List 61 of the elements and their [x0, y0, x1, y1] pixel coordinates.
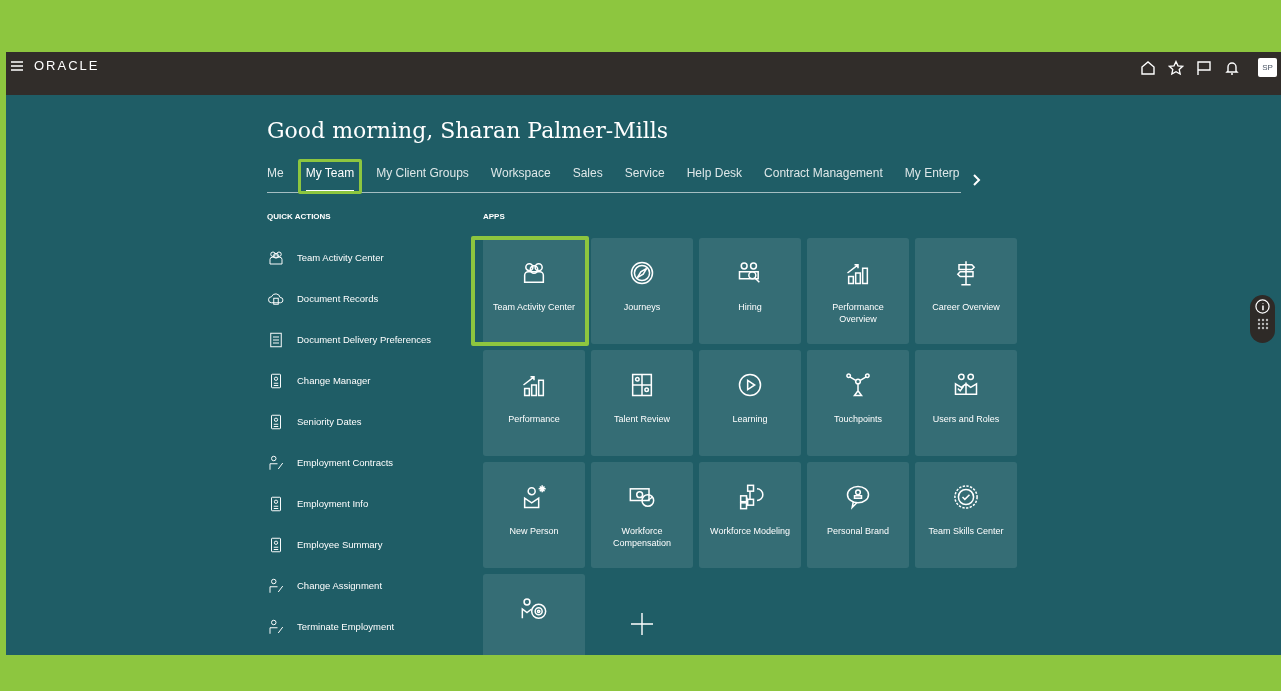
apps-grid-icon[interactable] — [1256, 318, 1269, 330]
add-button[interactable] — [630, 612, 654, 636]
app-tile[interactable]: Career Overview — [915, 238, 1017, 344]
quick-action-link[interactable]: Team Activity Center — [267, 249, 483, 267]
chevron-right-icon[interactable] — [971, 173, 982, 186]
section-heading: QUICK ACTIONS — [267, 211, 332, 223]
quick-action-link[interactable]: Seniority Dates — [267, 413, 483, 431]
app-tile[interactable]: Touchpoints — [807, 350, 909, 456]
app-tile[interactable]: Journeys — [591, 238, 693, 344]
quick-action-link[interactable]: Employment Info — [267, 495, 483, 513]
star-icon[interactable] — [1168, 59, 1184, 76]
app-tile[interactable]: New Person — [483, 462, 585, 568]
nav-tab[interactable]: My Client Groups — [376, 164, 469, 193]
app-tile[interactable]: Users and Roles — [915, 350, 1017, 456]
user-avatar[interactable]: SP — [1258, 58, 1277, 77]
app-tile[interactable]: Talent Review — [591, 350, 693, 456]
compass-icon — [628, 259, 656, 287]
person-pen-icon — [267, 577, 285, 595]
flag-icon[interactable] — [1196, 59, 1212, 76]
section-heading: APPS — [483, 211, 506, 223]
app-tile[interactable]: Team Activity Center — [483, 238, 585, 344]
nav-tab[interactable]: Help Desk — [686, 164, 743, 193]
quick-action-link[interactable]: Employee Summary — [267, 536, 483, 554]
app-tile[interactable]: Performance — [483, 350, 585, 456]
home-icon[interactable] — [1140, 59, 1156, 76]
info-icon[interactable] — [1255, 299, 1270, 314]
cloud-document-icon — [267, 290, 285, 308]
app-tile[interactable]: Workforce Modeling — [699, 462, 801, 568]
quick-action-link[interactable]: Terminate Employment — [267, 618, 483, 636]
app-tile[interactable]: Performance Overview — [807, 238, 909, 344]
quick-action-link[interactable]: Change Assignment — [267, 577, 483, 595]
nav-tab[interactable]: Contract Management — [764, 164, 883, 193]
nav-tab[interactable]: Me — [267, 164, 284, 193]
nav-tab[interactable]: Workspace — [490, 164, 551, 193]
app-tile[interactable]: Hiring — [699, 238, 801, 344]
people-icon — [267, 249, 285, 267]
nav-tab[interactable]: Sales — [572, 164, 603, 193]
person-pen-icon — [267, 618, 285, 636]
app-tile[interactable]: Personal Brand — [807, 462, 909, 568]
document-icon — [267, 331, 285, 349]
quick-action-link[interactable]: Employment Contracts — [267, 454, 483, 472]
nav-tab[interactable]: Service — [624, 164, 665, 193]
app-tile[interactable] — [483, 574, 585, 655]
app-tile[interactable]: Team Skills Center — [915, 462, 1017, 568]
app-tile[interactable]: Workforce Compensation — [591, 462, 693, 568]
greeting-heading: Good morning, Sharan Palmer-Mills — [267, 117, 670, 145]
check-seal-icon — [952, 483, 980, 511]
menu-icon[interactable] — [10, 60, 24, 72]
plus-icon — [630, 612, 654, 636]
person-pen-icon — [267, 454, 285, 472]
notification-bell-icon[interactable] — [1224, 59, 1240, 76]
oracle-logo: ORACLE — [34, 58, 100, 74]
nav-tab[interactable]: My Team — [305, 164, 355, 193]
play-icon — [736, 371, 764, 399]
speech-bubble-icon — [844, 483, 872, 511]
app-tile[interactable]: Learning — [699, 350, 801, 456]
nodes-icon — [844, 371, 872, 399]
quick-action-link[interactable]: Change Manager — [267, 372, 483, 390]
quick-action-link[interactable]: Document Records — [267, 290, 483, 308]
nav-tab[interactable]: My Enterp — [904, 164, 960, 193]
quick-action-link[interactable]: Document Delivery Preferences — [267, 331, 483, 349]
